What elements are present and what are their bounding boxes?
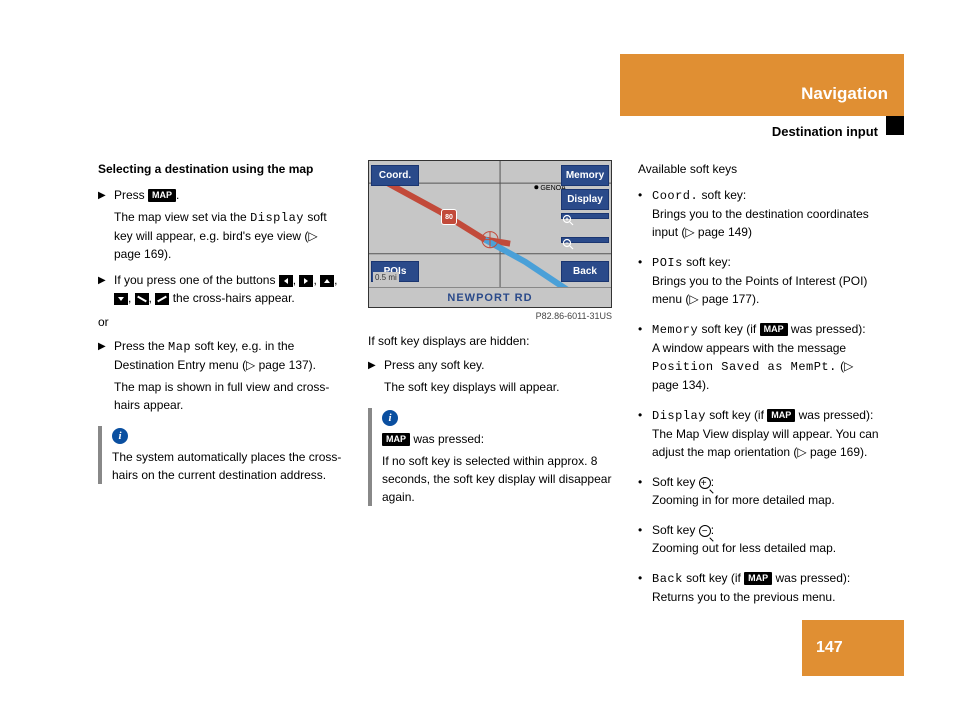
chapter-header: Navigation [620, 54, 904, 116]
info-box: i MAP was pressed: If no soft key is sel… [368, 408, 612, 506]
or-text: or [98, 313, 342, 331]
map-button-icon: MAP [760, 323, 788, 336]
softkey-name: Coord. [652, 189, 698, 203]
text: The map view set via the [114, 210, 250, 224]
zoom-in-icon [699, 477, 711, 489]
text: the cross-hairs appear. [173, 291, 295, 305]
text: Brings you to the Points of Interest (PO… [652, 274, 867, 306]
col3-heading: Available soft keys [638, 160, 882, 178]
text: Zooming out for less detailed map. [652, 541, 836, 555]
info-text: MAP was pressed: [382, 430, 612, 448]
softkey-name: Display [652, 409, 706, 423]
column-2: GENOA 80 Coord. POIs Memory Display Back… [368, 160, 612, 606]
map-screenshot: GENOA 80 Coord. POIs Memory Display Back… [368, 160, 612, 308]
softkey-memory: Memory [561, 165, 609, 186]
list-item: Display soft key (if MAP was pressed): T… [638, 406, 882, 461]
down-arrow-icon [114, 293, 128, 305]
road-label: NEWPORT RD [369, 287, 611, 307]
softkey-zoom-in [561, 213, 609, 219]
page-content: Selecting a destination using the map ▶ … [98, 160, 882, 606]
info-text: The system automatically places the cros… [112, 448, 342, 484]
text: : [711, 523, 714, 537]
map-button-icon: MAP [744, 572, 772, 585]
right-arrow-icon [299, 275, 313, 287]
softkey-name: Display [250, 211, 304, 225]
text: Zooming in for more detailed map. [652, 493, 835, 507]
softkey-name: Map [168, 340, 191, 354]
text: Returns you to the previous menu. [652, 590, 835, 604]
map-button-icon: MAP [382, 433, 410, 446]
text: was pressed): [795, 408, 873, 422]
softkey-name: Back [652, 572, 683, 586]
step-continuation: The map view set via the Display soft ke… [114, 208, 342, 263]
step-press-softkey: ▶ Press any soft key. [368, 356, 612, 374]
diagonal-arrow-icon [135, 293, 149, 305]
text: A window appears with the message [652, 341, 846, 355]
list-item: POIs soft key: Brings you to the Points … [638, 253, 882, 308]
text: was pressed: [410, 432, 484, 446]
zoom-out-icon [699, 525, 711, 537]
triangle-bullet-icon: ▶ [98, 337, 106, 374]
list-item: Soft key : Zooming out for less detailed… [638, 521, 882, 557]
text: soft key (if [683, 571, 744, 585]
map-button-icon: MAP [148, 189, 176, 202]
info-box: i The system automatically places the cr… [98, 426, 342, 484]
softkey-name: Memory [652, 323, 698, 337]
section-tab [886, 116, 904, 135]
text: Soft key [652, 523, 699, 537]
step-press-map: ▶ Press MAP. [98, 186, 342, 204]
column-3: Available soft keys Coord. soft key: Bri… [638, 160, 882, 606]
text: Brings you to the destination coordinate… [652, 207, 869, 239]
list-item: Soft key : Zooming in for more detailed … [638, 473, 882, 509]
text: If you press one of the buttons [114, 273, 279, 287]
step-continuation: The map is shown in full view and cross-… [114, 378, 342, 414]
softkey-coord: Coord. [371, 165, 419, 186]
image-caption: P82.86-6011-31US [368, 310, 612, 324]
message-text: Position Saved as MemPt. [652, 360, 837, 374]
text: . [176, 188, 179, 202]
info-icon: i [112, 428, 128, 444]
col1-heading: Selecting a destination using the map [98, 160, 342, 178]
map-button-icon: MAP [767, 409, 795, 422]
step-map-softkey: ▶ Press the Map soft key, e.g. in the De… [98, 337, 342, 374]
text: If soft key displays are hidden: [368, 332, 612, 350]
left-arrow-icon [279, 275, 293, 287]
list-item: Memory soft key (if MAP was pressed): A … [638, 320, 882, 394]
text: was pressed): [772, 571, 850, 585]
up-arrow-icon [320, 275, 334, 287]
softkey-display: Display [561, 189, 609, 210]
triangle-bullet-icon: ▶ [98, 186, 106, 204]
text: Press the [114, 339, 168, 353]
page-number: 147 [802, 620, 904, 676]
text: was pressed): [788, 322, 866, 336]
text: Press any soft key. [384, 356, 612, 374]
softkey-list: Coord. soft key: Brings you to the desti… [638, 186, 882, 606]
text: : [711, 475, 714, 489]
step-direction-buttons: ▶ If you press one of the buttons , , , … [98, 271, 342, 307]
text: soft key: [683, 255, 731, 269]
map-scale: 0.5 mi [373, 272, 399, 284]
softkey-name: POIs [652, 256, 683, 270]
softkey-back: Back [561, 261, 609, 282]
info-text: If no soft key is selected within approx… [382, 452, 612, 506]
section-subtitle: Destination input [772, 122, 878, 142]
text: soft key: [698, 188, 746, 202]
column-1: Selecting a destination using the map ▶ … [98, 160, 342, 606]
text: soft key (if [698, 322, 759, 336]
highway-shield-icon: 80 [441, 209, 457, 225]
text: Soft key [652, 475, 699, 489]
list-item: Back soft key (if MAP was pressed): Retu… [638, 569, 882, 606]
step-continuation: The soft key displays will appear. [384, 378, 612, 396]
text: Press [114, 188, 148, 202]
text: soft key (if [706, 408, 767, 422]
info-icon: i [382, 410, 398, 426]
text: The Map View display will appear. You ca… [652, 427, 879, 459]
list-item: Coord. soft key: Brings you to the desti… [638, 186, 882, 241]
softkey-zoom-out [561, 237, 609, 243]
diagonal-arrow-icon [155, 293, 169, 305]
triangle-bullet-icon: ▶ [368, 356, 376, 374]
triangle-bullet-icon: ▶ [98, 271, 106, 307]
